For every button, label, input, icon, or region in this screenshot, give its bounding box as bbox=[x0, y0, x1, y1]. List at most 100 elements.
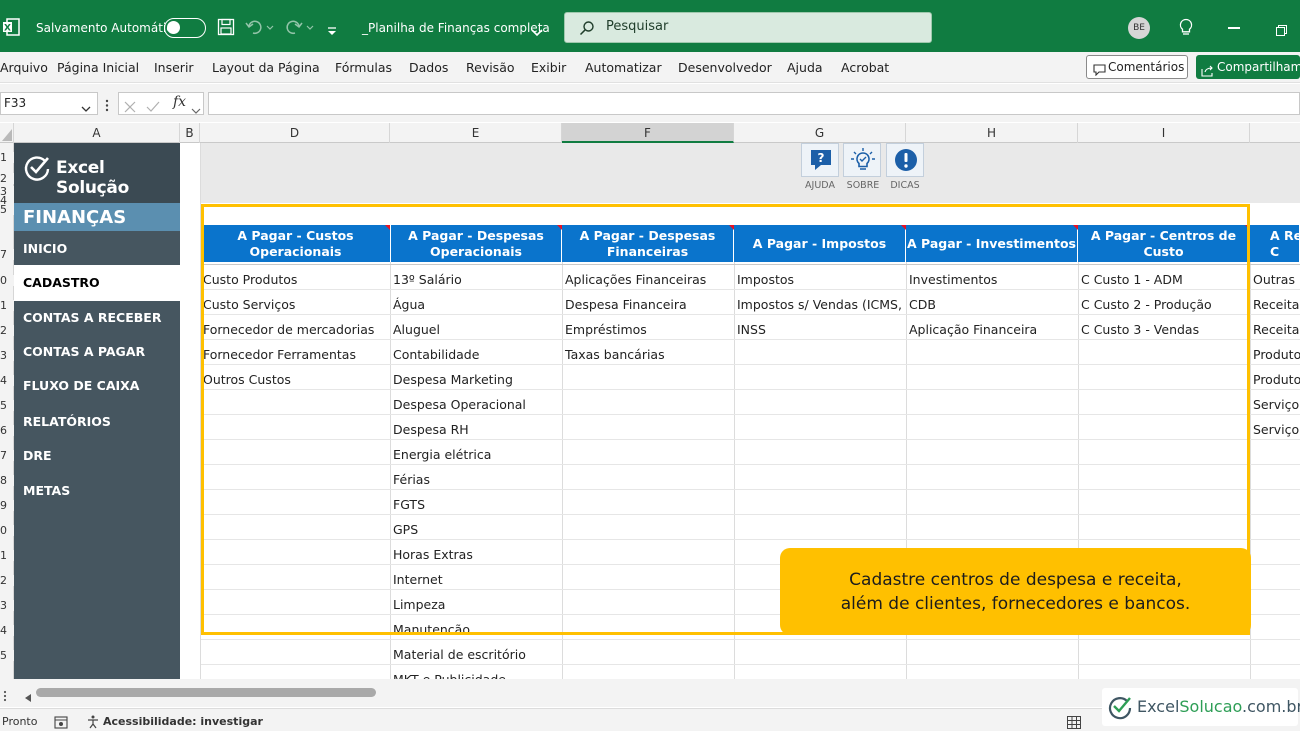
select-all-corner[interactable] bbox=[0, 123, 14, 143]
row-header[interactable]: 5 bbox=[0, 400, 14, 411]
lightbulb-icon[interactable] bbox=[1178, 18, 1194, 36]
sidebar-item-cadastro[interactable]: CADASTRO bbox=[14, 265, 180, 301]
row-header[interactable]: 3 bbox=[0, 350, 14, 361]
macro-record-icon[interactable] bbox=[54, 714, 68, 729]
row-header[interactable]: 0 bbox=[0, 525, 14, 536]
row-header[interactable]: 7 bbox=[0, 249, 14, 260]
header-receitas-partial: A Re C bbox=[1250, 225, 1300, 262]
row-header[interactable]: 8 bbox=[0, 475, 14, 486]
sidebar-item-contas-a-pagar[interactable]: CONTAS A PAGAR bbox=[23, 344, 145, 359]
row-header[interactable]: 5 bbox=[0, 650, 14, 661]
row-header[interactable]: 7 bbox=[0, 450, 14, 461]
tab-desenvolvedor[interactable]: Desenvolvedor bbox=[678, 52, 772, 83]
minimize-icon[interactable] bbox=[1228, 27, 1240, 29]
file-name[interactable]: _Planilha de Finanças completa bbox=[362, 0, 550, 52]
comment-icon bbox=[1093, 61, 1106, 77]
column-header-g[interactable]: G bbox=[734, 123, 906, 143]
confirm-icon[interactable] bbox=[146, 98, 160, 112]
help-button[interactable]: ? bbox=[801, 143, 839, 177]
accessibility-status[interactable]: Acessibilidade: investigar bbox=[103, 709, 263, 732]
row-header[interactable]: 1 bbox=[0, 550, 14, 561]
sidebar-item-inicio[interactable]: INICIO bbox=[23, 241, 67, 256]
save-icon[interactable] bbox=[217, 18, 235, 36]
check-logo-icon bbox=[1107, 694, 1133, 720]
table-cell[interactable]: Receita bbox=[1251, 317, 1300, 342]
cell-reference: F33 bbox=[4, 96, 27, 110]
column-header-b[interactable]: B bbox=[180, 123, 200, 143]
row-header[interactable]: 6 bbox=[0, 425, 14, 436]
restore-icon[interactable] bbox=[1276, 21, 1287, 36]
table-cell[interactable]: Outras R bbox=[1251, 267, 1300, 292]
share-button[interactable]: Compartilham bbox=[1196, 55, 1300, 79]
tab-revisao[interactable]: Revisão bbox=[466, 52, 515, 83]
about-button[interactable] bbox=[843, 143, 881, 177]
row-header[interactable]: 2 bbox=[0, 575, 14, 586]
row-header[interactable]: 2 bbox=[0, 325, 14, 336]
row-header[interactable]: 5 bbox=[0, 204, 14, 215]
scroll-left-icon[interactable] bbox=[24, 688, 32, 702]
svg-text:X: X bbox=[4, 24, 11, 34]
table-cell[interactable]: Material de escritório bbox=[391, 642, 561, 667]
customize-toolbar-icon[interactable] bbox=[326, 22, 338, 35]
tab-exibir[interactable]: Exibir bbox=[531, 52, 566, 83]
row-header[interactable]: 2 bbox=[0, 173, 14, 184]
row-header[interactable]: 9 bbox=[0, 500, 14, 511]
table-cell[interactable]: Produto bbox=[1251, 367, 1300, 392]
chevron-down-icon[interactable] bbox=[191, 100, 201, 114]
name-box[interactable]: F33 bbox=[0, 92, 98, 115]
tab-ajuda[interactable]: Ajuda bbox=[787, 52, 823, 83]
row-header[interactable]: 4 bbox=[0, 625, 14, 636]
tab-arquivo[interactable]: Arquivo bbox=[0, 52, 48, 83]
formula-input[interactable] bbox=[208, 92, 1300, 115]
column-header-i[interactable]: I bbox=[1078, 123, 1250, 143]
accessibility-icon[interactable] bbox=[86, 714, 100, 729]
table-cell[interactable]: Serviço bbox=[1251, 417, 1300, 442]
redo-icon[interactable] bbox=[285, 18, 315, 36]
row-header[interactable]: 1 bbox=[0, 300, 14, 311]
sidebar-item-contas-a-receber[interactable]: CONTAS A RECEBER bbox=[23, 310, 161, 325]
table-cell[interactable]: Serviço bbox=[1251, 392, 1300, 417]
tips-button[interactable] bbox=[886, 143, 924, 177]
row-header[interactable]: 3 bbox=[0, 600, 14, 611]
tab-layout-da-pagina[interactable]: Layout da Página bbox=[212, 52, 320, 83]
avatar[interactable]: BE bbox=[1128, 17, 1150, 39]
status-ready: Pronto bbox=[2, 715, 38, 728]
column-header-a[interactable]: A bbox=[14, 123, 180, 143]
tab-formulas[interactable]: Fórmulas bbox=[335, 52, 392, 83]
row-header[interactable]: 1 bbox=[0, 152, 14, 163]
sidebar-item-fluxo-de-caixa[interactable]: FLUXO DE CAIXA bbox=[23, 378, 139, 393]
tab-acrobat[interactable]: Acrobat bbox=[841, 52, 889, 83]
more-options-icon[interactable] bbox=[3, 687, 7, 702]
column-header-h[interactable]: H bbox=[906, 123, 1078, 143]
sidebar-item-metas[interactable]: METAS bbox=[23, 483, 70, 498]
column-header-e[interactable]: E bbox=[390, 123, 562, 143]
insert-function-icon[interactable]: fx bbox=[173, 94, 186, 110]
tab-pagina-inicial[interactable]: Página Inicial bbox=[57, 52, 139, 83]
normal-view-icon[interactable] bbox=[1067, 714, 1081, 729]
column-header-d[interactable]: D bbox=[200, 123, 390, 143]
column-header-f[interactable]: F bbox=[562, 123, 734, 143]
row-header[interactable]: 0 bbox=[0, 275, 14, 286]
horizontal-scrollbar[interactable] bbox=[36, 688, 376, 697]
more-options-icon[interactable] bbox=[105, 97, 109, 112]
tab-dados[interactable]: Dados bbox=[409, 52, 448, 83]
search-box[interactable]: Pesquisar bbox=[564, 12, 932, 43]
cancel-icon[interactable] bbox=[124, 98, 136, 113]
autosave-toggle[interactable] bbox=[164, 18, 206, 38]
tips-label: DICAS bbox=[890, 180, 920, 191]
tab-inserir[interactable]: Inserir bbox=[154, 52, 194, 83]
row-header[interactable]: 4 bbox=[0, 375, 14, 386]
table-cell[interactable]: MKT e Publicidade bbox=[391, 667, 561, 679]
sidebar-item-dre[interactable]: DRE bbox=[23, 448, 52, 463]
table-cell[interactable]: Produto bbox=[1251, 342, 1300, 367]
watermark-part-1: Excel bbox=[1137, 697, 1180, 716]
check-logo-icon bbox=[23, 153, 51, 183]
table-cell[interactable]: Receita bbox=[1251, 292, 1300, 317]
comments-button[interactable]: Comentários bbox=[1086, 55, 1188, 79]
tab-automatizar[interactable]: Automatizar bbox=[585, 52, 662, 83]
exclamation-icon bbox=[893, 147, 919, 173]
chevron-down-icon[interactable] bbox=[531, 23, 543, 37]
column-header-next[interactable] bbox=[1250, 123, 1300, 143]
undo-icon[interactable] bbox=[245, 18, 275, 36]
sidebar-item-relatorios[interactable]: RELATÓRIOS bbox=[23, 414, 111, 429]
